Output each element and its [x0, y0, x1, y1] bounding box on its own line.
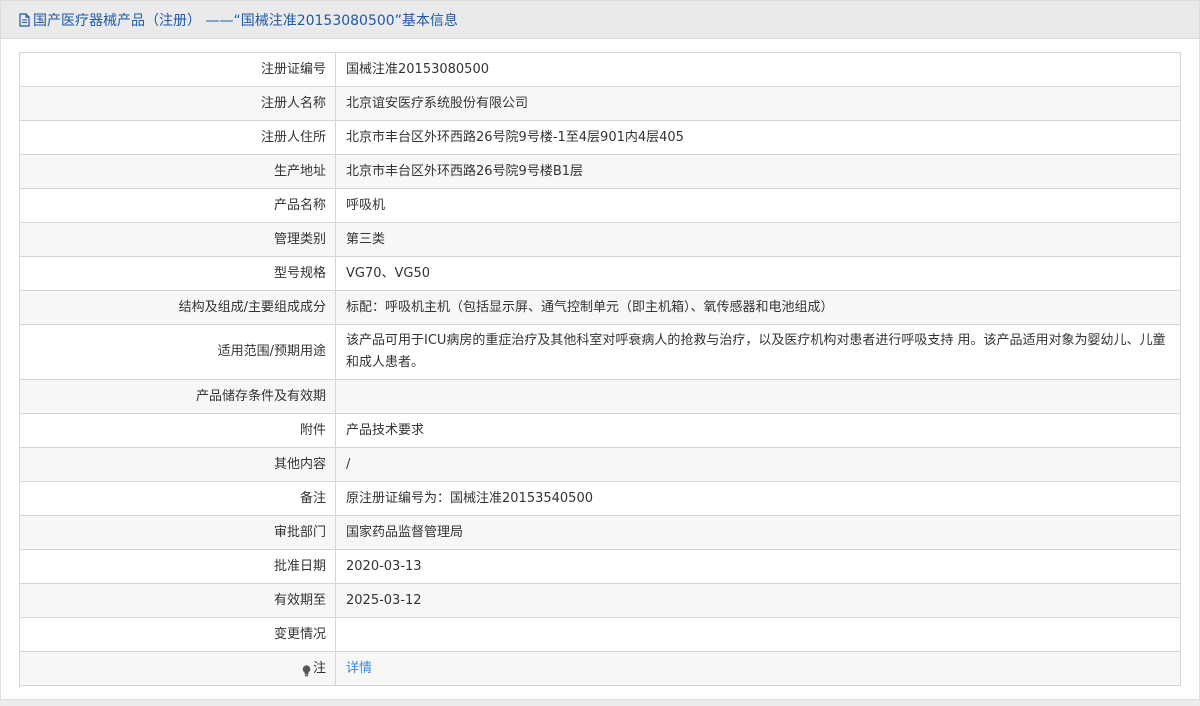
row-value: 第三类 — [336, 223, 1181, 257]
note-label-cell: 注 — [20, 652, 336, 686]
row-value — [336, 618, 1181, 652]
row-value: 国家药品监督管理局 — [336, 516, 1181, 550]
row-value: 呼吸机 — [336, 189, 1181, 223]
row-label: 生产地址 — [20, 155, 336, 189]
row-value: 原注册证编号为：国械注准20153540500 — [336, 482, 1181, 516]
row-value: 2025-03-12 — [336, 584, 1181, 618]
panel-header: 国产医疗器械产品（注册） ——“国械注准20153080500”基本信息 — [1, 1, 1199, 39]
row-value: 标配：呼吸机主机（包括显示屏、通气控制单元（即主机箱）、氧传感器和电池组成） — [336, 291, 1181, 325]
row-label: 产品名称 — [20, 189, 336, 223]
row-label: 产品储存条件及有效期 — [20, 380, 336, 414]
row-value: 该产品可用于ICU病房的重症治疗及其他科室对呼衰病人的抢救与治疗，以及医疗机构对… — [336, 325, 1181, 380]
row-label: 变更情况 — [20, 618, 336, 652]
row-value: 2020-03-13 — [336, 550, 1181, 584]
lightbulb-icon — [302, 663, 311, 676]
row-label: 附件 — [20, 414, 336, 448]
row-value — [336, 380, 1181, 414]
details-link[interactable]: 详情 — [346, 658, 372, 680]
info-table: 注册证编号 国械注准20153080500 注册人名称 北京谊安医疗系统股份有限… — [19, 52, 1181, 688]
row-value: 北京市丰台区外环西路26号院9号楼-1至4层901内4层405 — [336, 121, 1181, 155]
row-label: 结构及组成/主要组成成分 — [20, 291, 336, 325]
row-label: 审批部门 — [20, 516, 336, 550]
detail-panel: 国产医疗器械产品（注册） ——“国械注准20153080500”基本信息 注册证… — [0, 0, 1200, 700]
row-value: VG70、VG50 — [336, 257, 1181, 291]
page-title: 国产医疗器械产品（注册） ——“国械注准20153080500”基本信息 — [33, 12, 458, 29]
row-label: 注册人住所 — [20, 121, 336, 155]
row-value: 北京市丰台区外环西路26号院9号楼B1层 — [336, 155, 1181, 189]
row-label: 备注 — [20, 482, 336, 516]
row-label: 型号规格 — [20, 257, 336, 291]
document-icon — [18, 12, 31, 27]
row-label: 批准日期 — [20, 550, 336, 584]
row-label: 注 — [312, 660, 326, 676]
row-value: / — [336, 448, 1181, 482]
row-label: 适用范围/预期用途 — [20, 325, 336, 380]
row-value: 产品技术要求 — [336, 414, 1181, 448]
note-value-cell: 详情 — [336, 652, 1181, 686]
row-label: 注册证编号 — [20, 53, 336, 87]
row-label: 其他内容 — [20, 448, 336, 482]
row-value: 北京谊安医疗系统股份有限公司 — [336, 87, 1181, 121]
row-label: 注册人名称 — [20, 87, 336, 121]
row-label: 有效期至 — [20, 584, 336, 618]
row-value: 国械注准20153080500 — [336, 53, 1181, 87]
row-label: 管理类别 — [20, 223, 336, 257]
